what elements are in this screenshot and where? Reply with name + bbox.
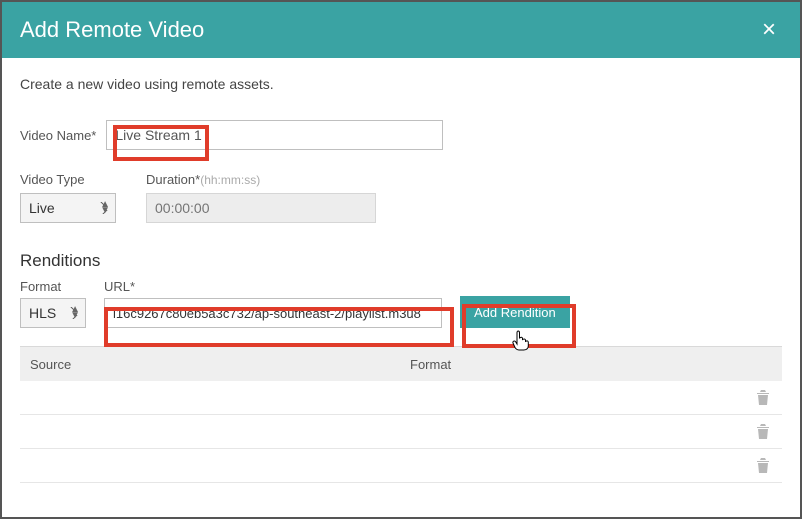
video-name-label: Video Name* bbox=[20, 128, 96, 143]
dialog-titlebar: Add Remote Video × bbox=[2, 2, 800, 58]
col-format: Format bbox=[410, 357, 772, 372]
add-rendition-button[interactable]: Add Rendition bbox=[460, 296, 570, 328]
type-duration-row: Video Type Live ▲▼ Duration*(hh:mm:ss) bbox=[20, 172, 782, 223]
trash-icon[interactable] bbox=[756, 458, 770, 474]
dialog-title: Add Remote Video bbox=[20, 17, 204, 43]
intro-text: Create a new video using remote assets. bbox=[20, 76, 782, 92]
format-select[interactable]: HLS bbox=[20, 298, 86, 328]
table-header: Source Format bbox=[20, 347, 782, 381]
dialog-body: Create a new video using remote assets. … bbox=[2, 58, 800, 483]
duration-label-text: Duration* bbox=[146, 172, 200, 187]
video-type-select[interactable]: Live bbox=[20, 193, 116, 223]
close-icon[interactable]: × bbox=[756, 14, 782, 46]
add-btn-col: Add Rendition bbox=[460, 296, 570, 328]
duration-label: Duration*(hh:mm:ss) bbox=[146, 172, 376, 187]
duration-input bbox=[146, 193, 376, 223]
url-input[interactable] bbox=[104, 298, 442, 328]
col-source: Source bbox=[30, 357, 410, 372]
renditions-heading: Renditions bbox=[20, 251, 782, 271]
trash-icon[interactable] bbox=[756, 390, 770, 406]
table-row bbox=[20, 381, 782, 415]
video-type-label: Video Type bbox=[20, 172, 116, 187]
video-name-row: Video Name* bbox=[20, 120, 782, 150]
url-col: URL* bbox=[104, 279, 442, 328]
duration-col: Duration*(hh:mm:ss) bbox=[146, 172, 376, 223]
renditions-controls: Format HLS ▲▼ URL* Add Rendition bbox=[20, 279, 782, 328]
format-label: Format bbox=[20, 279, 86, 294]
video-name-input[interactable] bbox=[106, 120, 443, 150]
dialog-frame: Add Remote Video × Create a new video us… bbox=[0, 0, 802, 519]
table-row bbox=[20, 449, 782, 483]
format-col: Format HLS ▲▼ bbox=[20, 279, 86, 328]
table-row bbox=[20, 415, 782, 449]
trash-icon[interactable] bbox=[756, 424, 770, 440]
duration-hint: (hh:mm:ss) bbox=[200, 173, 260, 187]
renditions-table: Source Format bbox=[20, 346, 782, 483]
video-type-col: Video Type Live ▲▼ bbox=[20, 172, 116, 223]
url-label: URL* bbox=[104, 279, 442, 294]
